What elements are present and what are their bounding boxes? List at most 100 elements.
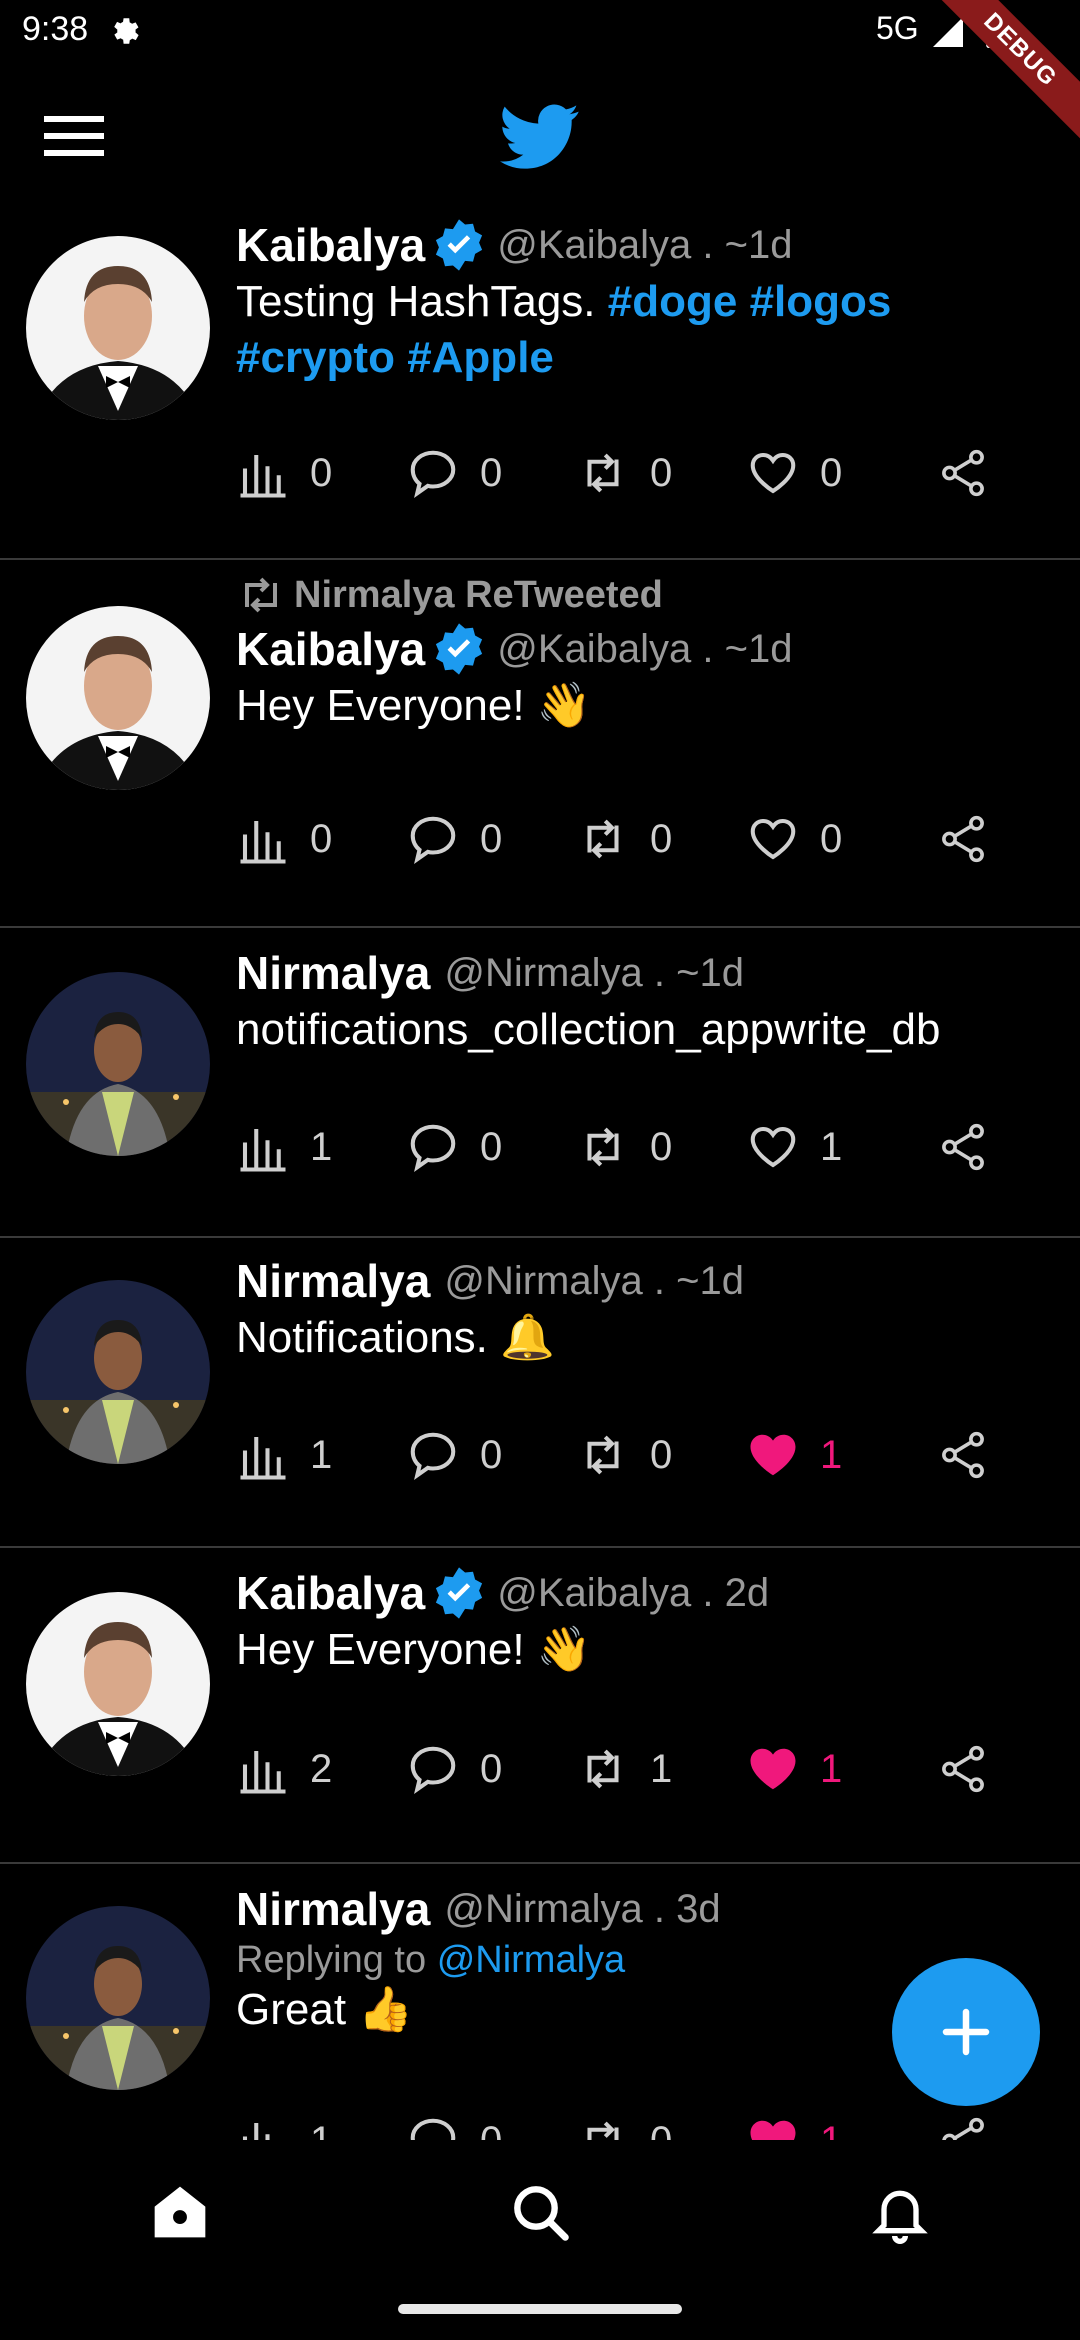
- share-icon: [942, 815, 984, 863]
- comment-icon: [410, 1746, 456, 1794]
- tweet-text: Notifications. 🔔: [236, 1313, 555, 1362]
- author-name[interactable]: Kaibalya: [236, 622, 425, 676]
- like-action[interactable]: 0: [746, 438, 842, 508]
- like-action[interactable]: 1: [746, 1734, 842, 1804]
- retweet-action[interactable]: 1: [576, 1734, 672, 1804]
- comment-action[interactable]: 0: [406, 1420, 502, 1490]
- like-action[interactable]: 1: [746, 1420, 842, 1490]
- likes-count: 1: [820, 1432, 843, 1477]
- retweets-count: 0: [650, 1124, 673, 1169]
- retweet-action[interactable]: 0: [576, 2106, 672, 2140]
- views-action[interactable]: 0: [236, 438, 332, 508]
- tweet-card[interactable]: Kaibalya @Kaibalya . ~1d Testing HashTag…: [0, 200, 1080, 560]
- author-name[interactable]: Nirmalya: [236, 1882, 430, 1936]
- retweets-count: 0: [650, 450, 673, 495]
- share-action[interactable]: [936, 1734, 990, 1804]
- comments-count: 0: [480, 2119, 502, 2141]
- tweet-feed[interactable]: Kaibalya @Kaibalya . ~1d Testing HashTag…: [0, 200, 1080, 2140]
- comment-action[interactable]: 0: [406, 2106, 502, 2140]
- author-handle: @Kaibalya . ~1d: [497, 626, 793, 671]
- comment-action[interactable]: 0: [406, 438, 502, 508]
- views-action[interactable]: 2: [236, 1734, 332, 1804]
- comments-count: 0: [480, 816, 503, 861]
- likes-count: 1: [820, 1124, 843, 1169]
- tweet-actions: 1 0 0 1: [236, 2106, 996, 2140]
- tweet-actions: 0 0 0 0: [236, 438, 996, 508]
- comment-icon: [410, 450, 456, 498]
- comment-icon: [410, 816, 456, 864]
- hamburger-menu-icon[interactable]: [44, 116, 104, 156]
- bell-icon[interactable]: [868, 2180, 932, 2244]
- author-name[interactable]: Nirmalya: [236, 946, 430, 1000]
- tweet-text-plain: Testing HashTags.: [236, 277, 608, 326]
- tweet-card[interactable]: Nirmalya @Nirmalya . ~1d Notifications. …: [0, 1238, 1080, 1548]
- likes-count: 1: [820, 1746, 843, 1791]
- share-action[interactable]: [936, 1420, 990, 1490]
- comment-action[interactable]: 0: [406, 1734, 502, 1804]
- views-count: 1: [310, 2119, 332, 2141]
- author-name[interactable]: Nirmalya: [236, 1254, 430, 1308]
- hashtag[interactable]: #crypto: [236, 333, 395, 382]
- comments-count: 0: [480, 1746, 503, 1791]
- plus-icon: [942, 2008, 990, 2056]
- hashtag[interactable]: #doge: [608, 277, 738, 326]
- retweets-count: 1: [650, 1746, 673, 1791]
- home-icon[interactable]: [148, 2180, 212, 2244]
- heart-outline-icon: [750, 818, 796, 860]
- tweet-header: Kaibalya @Kaibalya . 2d: [236, 1564, 1050, 1622]
- tweet-actions: 2 0 1 1: [236, 1734, 996, 1804]
- comments-count: 0: [480, 450, 503, 495]
- views-action[interactable]: 1: [236, 1112, 332, 1182]
- retweet-action[interactable]: 0: [576, 1420, 672, 1490]
- like-action[interactable]: 0: [746, 804, 842, 874]
- hashtag[interactable]: #logos: [750, 277, 892, 326]
- heart-filled-icon: [750, 2120, 796, 2140]
- share-action[interactable]: [936, 1112, 990, 1182]
- retweet-action[interactable]: 0: [576, 438, 672, 508]
- verified-badge-icon: [436, 623, 483, 675]
- comment-action[interactable]: 0: [406, 804, 502, 874]
- retweet-icon: [245, 577, 277, 613]
- analytics-icon: [240, 1129, 286, 1172]
- avatar[interactable]: [26, 972, 210, 1156]
- views-count: 1: [310, 1432, 333, 1477]
- author-name[interactable]: Kaibalya: [236, 1566, 425, 1620]
- comments-count: 0: [480, 1432, 503, 1477]
- avatar[interactable]: [26, 236, 210, 420]
- share-action[interactable]: [936, 438, 990, 508]
- views-action[interactable]: 1: [236, 2106, 332, 2140]
- author-name[interactable]: Kaibalya: [236, 218, 425, 272]
- avatar[interactable]: [26, 1280, 210, 1464]
- share-icon: [942, 2117, 984, 2140]
- retweet-action[interactable]: 0: [576, 1112, 672, 1182]
- network-type: 5G: [876, 10, 919, 46]
- mention-link[interactable]: @Nirmalya: [437, 1939, 625, 1981]
- retweeted-by: Nirmalya ReTweeted: [236, 570, 1050, 620]
- retweets-count: 0: [650, 2119, 672, 2141]
- author-handle: @Nirmalya . ~1d: [444, 1258, 744, 1303]
- share-action[interactable]: [936, 2106, 990, 2140]
- views-action[interactable]: 1: [236, 1420, 332, 1490]
- like-action[interactable]: 1: [746, 1112, 842, 1182]
- tweet-card[interactable]: Nirmalya @Nirmalya . ~1d notifications_c…: [0, 928, 1080, 1238]
- avatar[interactable]: [26, 1906, 210, 2090]
- settings-gear-icon: [114, 18, 139, 44]
- status-bar: 9:38 5G DEBUG: [0, 0, 1080, 157]
- views-action[interactable]: 0: [236, 804, 332, 874]
- avatar[interactable]: [26, 1592, 210, 1776]
- likes-count: 0: [820, 450, 843, 495]
- comment-action[interactable]: 0: [406, 1112, 502, 1182]
- share-action[interactable]: [936, 804, 990, 874]
- like-action[interactable]: 1: [746, 2106, 842, 2140]
- tweet-card[interactable]: Kaibalya @Kaibalya . 2d Hey Everyone! 👋 …: [0, 1548, 1080, 1864]
- compose-tweet-button[interactable]: [892, 1958, 1040, 2106]
- comment-icon: [410, 1432, 456, 1480]
- twitter-bird-icon: [500, 104, 579, 169]
- tweet-card[interactable]: Nirmalya ReTweeted Kaibalya @Kaibalya . …: [0, 560, 1080, 928]
- retweet-action[interactable]: 0: [576, 804, 672, 874]
- avatar[interactable]: [26, 606, 210, 790]
- retweet-icon: [587, 1749, 619, 1789]
- home-indicator[interactable]: [398, 2304, 682, 2314]
- hashtag[interactable]: #Apple: [407, 333, 554, 382]
- search-icon[interactable]: [508, 2180, 572, 2244]
